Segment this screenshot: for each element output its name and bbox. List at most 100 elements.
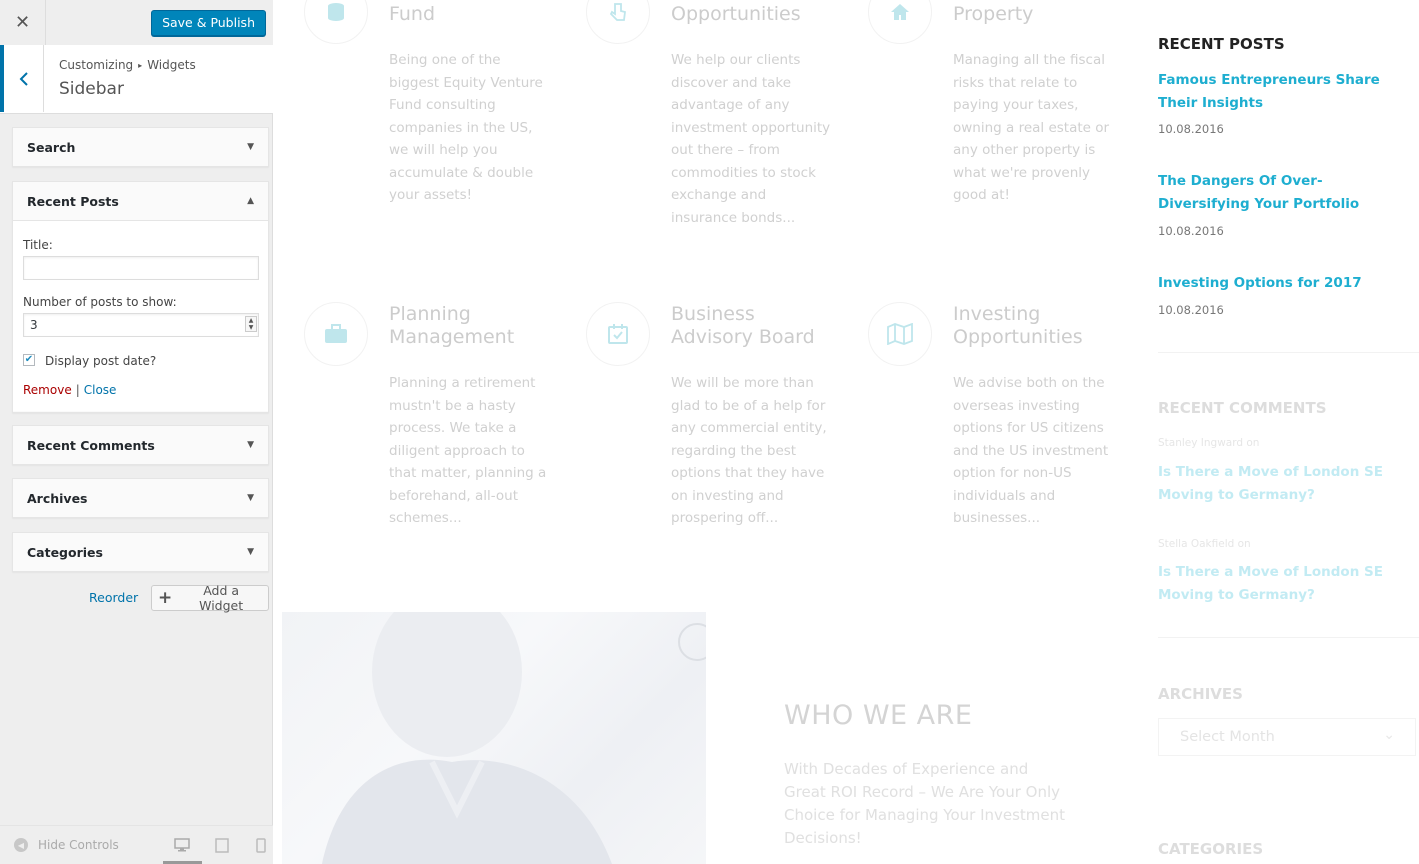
sidebar-divider (1158, 637, 1419, 638)
recent-post-link[interactable]: Investing Options for 2017 (1158, 272, 1398, 295)
title-field[interactable] (23, 256, 259, 280)
comment-post-link[interactable]: Is There a Move of London SE Moving to G… (1158, 461, 1419, 507)
panel-title: Sidebar (59, 79, 124, 99)
home-icon (868, 0, 932, 44)
widget-archives-header[interactable]: Archives ▼ (13, 479, 268, 517)
categories-heading: CATEGORIES (1158, 840, 1264, 858)
customizer-header: ✕ Save & Publish (0, 0, 273, 46)
widget-recent-posts-header[interactable]: Recent Posts ▲ (13, 182, 268, 220)
service-description: We advise both on the overseas investing… (953, 375, 1109, 526)
database-icon (304, 0, 368, 44)
recent-comments-heading: RECENT COMMENTS (1158, 399, 1327, 417)
comment-post-link[interactable]: Is There a Move of London SE Moving to G… (1158, 561, 1419, 607)
preview-desktop-button[interactable] (172, 836, 192, 854)
service-title: Planning Management (389, 303, 515, 348)
save-publish-button[interactable]: Save & Publish (151, 10, 266, 36)
plus-icon: + (158, 587, 173, 608)
service-title: Fund (389, 3, 436, 25)
breadcrumb: Customizing ▸ Widgets (59, 58, 196, 72)
service-description: We help our clients discover and take ad… (671, 52, 831, 226)
service-description: Managing all the fiscal risks that relat… (953, 52, 1110, 203)
stepper-down-icon[interactable]: ▼ (249, 324, 254, 331)
archives-select-value: Select Month (1180, 729, 1275, 745)
display-date-checkbox[interactable]: ✔ (23, 354, 35, 366)
recent-posts-heading: RECENT POSTS (1158, 35, 1285, 53)
comment-author: Stella Oakfield on (1158, 538, 1251, 550)
customizer-sidebar: ✕ Save & Publish Customizing ▸ Widgets Sid… (0, 0, 273, 864)
service-description: Planning a retirement mustn't be a hasty… (389, 375, 547, 526)
service-title: Property (953, 3, 1034, 25)
widget-categories[interactable]: Categories ▼ (12, 532, 269, 572)
arrow-left-circle-icon: ◀ (14, 838, 28, 852)
add-widget-label: Add a Widget (199, 583, 244, 613)
caret-down-icon: ▼ (247, 493, 254, 503)
customizer-footer: ◀ Hide Controls (0, 825, 273, 864)
close-customizer-button[interactable]: ✕ (0, 0, 46, 45)
reorder-link[interactable]: Reorder (89, 590, 138, 605)
preview-tablet-button[interactable] (212, 836, 232, 854)
close-icon: ✕ (14, 12, 31, 33)
team-member-photo (282, 612, 706, 864)
caret-up-icon: ▲ (247, 196, 254, 206)
back-button[interactable] (0, 45, 44, 112)
tablet-icon (215, 837, 229, 853)
caret-down-icon: ▼ (247, 547, 254, 557)
widget-recent-comments[interactable]: Recent Comments ▼ (12, 425, 269, 465)
map-icon (868, 302, 932, 366)
number-field-wrapper: ▲ ▼ (23, 313, 259, 337)
number-of-posts-stepper[interactable] (23, 313, 259, 337)
widget-search[interactable]: Search ▼ (12, 127, 269, 167)
stepper-arrows[interactable]: ▲ ▼ (245, 316, 257, 332)
caret-down-icon: ▼ (247, 440, 254, 450)
who-we-are-text: With Decades of Experience and Great ROI… (784, 760, 1066, 847)
service-title: Business Advisory Board (671, 303, 815, 348)
add-widget-button[interactable]: + Add a Widget (151, 583, 269, 613)
widget-categories-header[interactable]: Categories ▼ (13, 533, 268, 571)
service-description: Being one of the biggest Equity Venture … (389, 52, 543, 203)
widget-search-title: Search (27, 139, 76, 155)
sidebar-divider (1158, 352, 1419, 353)
widget-recent-comments-header[interactable]: Recent Comments ▼ (13, 426, 268, 464)
close-link[interactable]: Close (84, 383, 117, 397)
preview-mobile-button[interactable] (251, 836, 271, 854)
breadcrumb-separator-icon: ▸ (138, 61, 143, 70)
caret-down-icon: ▼ (247, 142, 254, 152)
widget-archives[interactable]: Archives ▼ (12, 478, 269, 518)
chevron-down-icon: ⌄ (1383, 727, 1395, 743)
widget-search-header[interactable]: Search ▼ (13, 128, 268, 166)
widget-recent-posts-form: Title: Number of posts to show: ▲ ▼ ✔ Di… (13, 220, 268, 411)
recent-post-date: 10.08.2016 (1158, 303, 1224, 317)
breadcrumb-parent: Customizing (59, 58, 134, 72)
hand-pointer-icon (586, 0, 650, 44)
recent-post-date: 10.08.2016 (1158, 224, 1224, 238)
who-we-are-title: WHO WE ARE (784, 700, 973, 731)
archives-select[interactable]: Select Month ⌄ (1158, 718, 1416, 756)
recent-post-date: 10.08.2016 (1158, 122, 1224, 136)
widget-recent-comments-title: Recent Comments (27, 437, 155, 453)
widget-archives-title: Archives (27, 490, 88, 506)
hide-controls-button[interactable]: ◀ Hide Controls (14, 838, 119, 852)
comment-author: Stanley Ingward on (1158, 437, 1260, 449)
widget-categories-title: Categories (27, 544, 103, 560)
title-field-label: Title: (23, 238, 53, 252)
desktop-icon (174, 838, 190, 852)
breadcrumb-current: Widgets (147, 58, 196, 72)
service-description: We will be more than glad to be of a hel… (671, 375, 827, 526)
recent-post-link[interactable]: Famous Entrepreneurs Share Their Insight… (1158, 69, 1398, 114)
remove-link[interactable]: Remove (23, 383, 72, 397)
stepper-up-icon[interactable]: ▲ (249, 317, 254, 324)
briefcase-icon (304, 302, 368, 366)
archives-heading: ARCHIVES (1158, 685, 1243, 703)
widget-recent-posts[interactable]: Recent Posts ▲ Title: Number of posts to… (12, 181, 269, 413)
number-field-label: Number of posts to show: (23, 295, 177, 309)
mobile-icon (256, 837, 266, 853)
actions-separator: | (75, 383, 80, 397)
display-date-label: Display post date? (45, 354, 157, 368)
calendar-check-icon (586, 302, 650, 366)
service-title: Investing Opportunities (953, 303, 1083, 348)
section-title: Customizing ▸ Widgets Sidebar (0, 45, 273, 114)
widget-actions: Remove | Close (23, 383, 116, 397)
service-title: Opportunities (671, 3, 801, 25)
site-preview: Fund Being one of the biggest Equity Ven… (274, 0, 1419, 864)
recent-post-link[interactable]: The Dangers Of Over-Diversifying Your Po… (1158, 170, 1398, 215)
